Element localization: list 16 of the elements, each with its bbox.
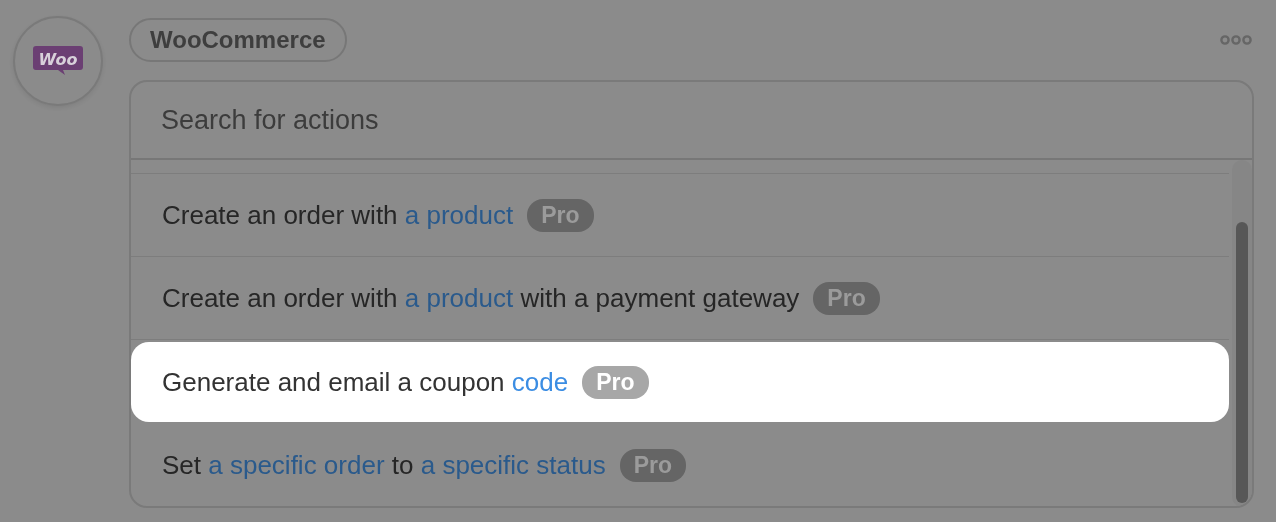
logo: Woo — [33, 46, 83, 76]
field-link[interactable]: code — [511, 366, 569, 397]
action-label: Set a specific order to a specific status — [162, 449, 606, 481]
action-label: Generate and email a coupon code — [162, 366, 569, 398]
field-link[interactable]: a product — [404, 199, 514, 230]
more-icon[interactable] — [1220, 35, 1252, 45]
field-link[interactable]: a specific order — [208, 449, 385, 480]
action-label: Create an order with a product — [162, 199, 514, 231]
action-label: Create an order with a product with a payment gateway — [162, 282, 800, 314]
action-item[interactable]: Generate and email a coupon code Pro — [131, 342, 1229, 422]
app-name-tag: WooCommerce — [129, 18, 347, 62]
search-field[interactable]: Search for actions — [131, 104, 1170, 136]
field-link[interactable]: a product — [404, 282, 514, 313]
pro-badge: Pro — [582, 365, 649, 399]
field-link[interactable]: a specific status — [420, 449, 606, 480]
scrollbar[interactable] — [1232, 160, 1252, 506]
